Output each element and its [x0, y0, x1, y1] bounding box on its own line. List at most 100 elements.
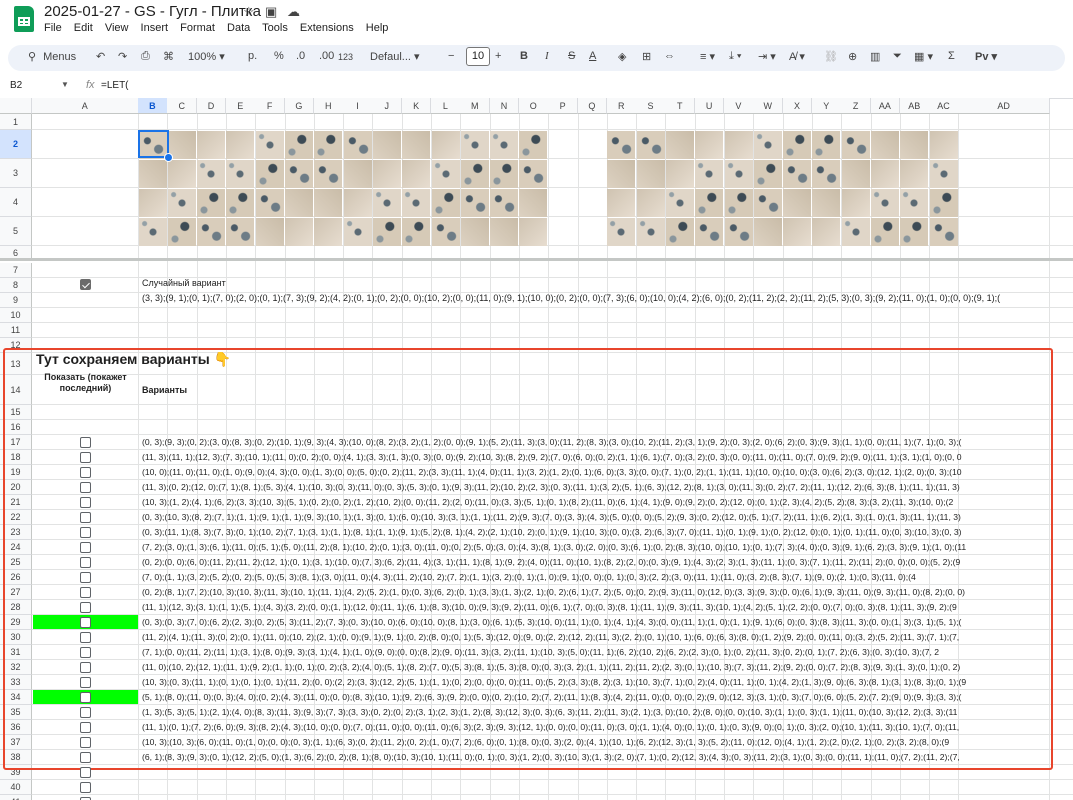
show-variant-checkbox[interactable] [80, 572, 91, 583]
show-variant-checkbox[interactable] [80, 662, 91, 673]
filter-views-icon[interactable]: ▦ ▾ [914, 50, 933, 63]
column-header-f[interactable]: F [255, 98, 285, 114]
menu-tools[interactable]: Tools [262, 22, 288, 34]
row-header-40[interactable]: 40 [0, 780, 32, 795]
column-header-ac[interactable]: AC [929, 98, 959, 114]
filter-icon[interactable]: ⏷ [893, 50, 902, 63]
increase-font-button[interactable]: + [495, 50, 501, 62]
sheets-logo-icon[interactable] [14, 6, 34, 32]
row-header-41[interactable]: 41 [0, 795, 32, 800]
column-header-r[interactable]: R [606, 98, 637, 114]
undo-icon[interactable]: ↶ [96, 50, 105, 63]
frozen-rows-divider[interactable] [0, 258, 1073, 261]
column-header-m[interactable]: M [460, 98, 491, 114]
column-header-x[interactable]: X [782, 98, 813, 114]
show-variant-checkbox[interactable] [80, 767, 91, 778]
column-header-i[interactable]: I [343, 98, 373, 114]
row-header-5[interactable]: 5 [0, 217, 32, 246]
menu-file[interactable]: File [44, 22, 62, 34]
fill-handle[interactable] [164, 153, 173, 162]
decrease-decimal-button[interactable]: .0 [296, 50, 305, 62]
column-header-h[interactable]: H [313, 98, 344, 114]
search-menus[interactable]: ⚲ Menus [18, 47, 88, 67]
column-header-a[interactable]: A [32, 98, 139, 114]
column-header-q[interactable]: Q [577, 98, 608, 114]
column-header-b[interactable]: B [138, 98, 168, 114]
row-header-2[interactable]: 2 [0, 130, 32, 159]
star-icon[interactable]: ☆ [243, 4, 255, 20]
menu-edit[interactable]: Edit [74, 22, 93, 34]
column-header-j[interactable]: J [372, 98, 403, 114]
functions-button[interactable]: Σ [948, 50, 955, 62]
menu-extensions[interactable]: Extensions [300, 22, 354, 34]
menu-format[interactable]: Format [180, 22, 215, 34]
show-variant-checkbox[interactable] [80, 722, 91, 733]
column-header-n[interactable]: N [489, 98, 520, 114]
show-variant-checkbox[interactable] [80, 617, 91, 628]
row-header-11[interactable]: 11 [0, 323, 32, 338]
show-variant-checkbox[interactable] [80, 437, 91, 448]
show-variant-checkbox[interactable] [80, 527, 91, 538]
insert-link-icon[interactable]: ⛓ [824, 50, 838, 63]
show-variant-checkbox[interactable] [80, 467, 91, 478]
spreadsheet-grid[interactable]: A B C D E F G H I J K L M N O P Q R S T U V W X Y Z AA AB AC AD 12345… [0, 98, 1073, 800]
show-variant-checkbox[interactable] [80, 737, 91, 748]
row-header-9[interactable]: 9 [0, 293, 32, 308]
column-header-l[interactable]: L [431, 98, 461, 114]
column-header-s[interactable]: S [636, 98, 666, 114]
row-header-4[interactable]: 4 [0, 188, 32, 217]
bold-button[interactable]: B [520, 50, 528, 62]
row-header-10[interactable]: 10 [0, 308, 32, 323]
zoom-select[interactable]: 100% ▾ [188, 50, 225, 63]
input-tools-button[interactable]: Рv ▾ [975, 50, 997, 63]
row-header-7[interactable]: 7 [0, 263, 32, 278]
increase-decimal-button[interactable]: .00 [319, 50, 334, 62]
column-header-o[interactable]: O [518, 98, 549, 114]
menu-insert[interactable]: Insert [141, 22, 169, 34]
menu-help[interactable]: Help [366, 22, 389, 34]
horizontal-align-icon[interactable]: ≡ ▾ [700, 50, 715, 63]
column-header-g[interactable]: G [284, 98, 315, 114]
strikethrough-button[interactable]: S [568, 50, 575, 62]
print-icon[interactable]: ⎙ [141, 50, 150, 63]
show-variant-checkbox[interactable] [80, 677, 91, 688]
decrease-font-button[interactable]: − [448, 50, 454, 62]
random-variant-checkbox[interactable] [80, 279, 91, 290]
row-header-8[interactable]: 8 [0, 278, 32, 293]
column-header-y[interactable]: Y [811, 98, 842, 114]
column-header-k[interactable]: K [401, 98, 432, 114]
column-header-d[interactable]: D [196, 98, 227, 114]
row-header-3[interactable]: 3 [0, 159, 32, 188]
show-variant-checkbox[interactable] [80, 782, 91, 793]
text-rotation-icon[interactable]: A̸ ▾ [789, 50, 805, 63]
number-format-button[interactable]: 123 [338, 52, 353, 62]
column-header-e[interactable]: E [225, 98, 256, 114]
cloud-status-icon[interactable]: ☁ [287, 4, 300, 20]
show-variant-checkbox[interactable] [80, 632, 91, 643]
menu-view[interactable]: View [105, 22, 129, 34]
select-all-corner[interactable] [0, 98, 32, 114]
percent-button[interactable]: % [274, 50, 284, 62]
document-title[interactable]: 2025-01-27 - GS - Гугл - Плитка [44, 3, 261, 20]
vertical-align-icon[interactable]: ⤓ ▾ [729, 50, 742, 63]
column-header-ad[interactable]: AD [958, 98, 1050, 114]
row-header-1[interactable]: 1 [0, 114, 32, 130]
formula-input[interactable]: =LET( [101, 80, 129, 91]
column-header-w[interactable]: W [753, 98, 784, 114]
show-variant-checkbox[interactable] [80, 602, 91, 613]
column-header-c[interactable]: C [167, 98, 198, 114]
font-select[interactable]: Defaul... ▾ [370, 50, 420, 63]
show-variant-checkbox[interactable] [80, 557, 91, 568]
column-header-ab[interactable]: AB [899, 98, 930, 114]
currency-button[interactable]: р. [248, 50, 257, 62]
show-variant-checkbox[interactable] [80, 542, 91, 553]
paint-format-icon[interactable]: ⌘ [163, 50, 174, 63]
font-size-input[interactable]: 10 [466, 47, 490, 66]
insert-comment-icon[interactable]: ⊕ [848, 50, 857, 63]
show-variant-checkbox[interactable] [80, 512, 91, 523]
column-header-v[interactable]: V [724, 98, 754, 114]
fill-color-icon[interactable]: ◈ [618, 50, 626, 63]
name-box[interactable]: B2 [10, 80, 22, 91]
column-header-t[interactable]: T [665, 98, 696, 114]
show-variant-checkbox[interactable] [80, 752, 91, 763]
